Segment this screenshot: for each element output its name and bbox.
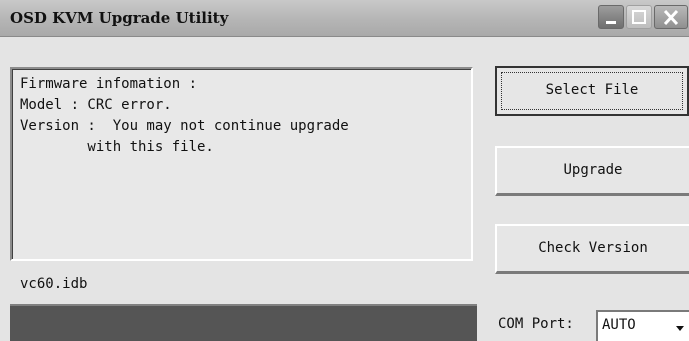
window-title: OSD KVM Upgrade Utility	[10, 9, 229, 27]
com-port-value: AUTO	[602, 317, 636, 333]
minimize-button[interactable]	[598, 5, 624, 29]
info-line: Version : You may not continue upgrade	[20, 118, 349, 134]
upgrade-button[interactable]: Upgrade	[495, 146, 689, 196]
progress-area	[10, 304, 477, 341]
chevron-down-icon[interactable]	[670, 316, 689, 338]
maximize-icon	[632, 10, 646, 24]
com-port-label: COM Port:	[498, 316, 574, 332]
info-line: Model : CRC error.	[20, 97, 172, 113]
com-port-select[interactable]: AUTO	[596, 310, 689, 341]
close-button[interactable]	[654, 5, 688, 29]
select-file-label: Select File	[545, 82, 639, 98]
close-icon	[663, 9, 679, 26]
info-line: Firmware infomation :	[20, 76, 198, 92]
maximize-button[interactable]	[626, 5, 652, 29]
firmware-info-box: Firmware infomation : Model : CRC error.…	[10, 67, 473, 261]
upgrade-utility-window: OSD KVM Upgrade Utility Firmware infomat…	[0, 0, 689, 341]
info-line: with this file.	[20, 139, 214, 155]
upgrade-label: Upgrade	[563, 162, 623, 178]
title-bar[interactable]: OSD KVM Upgrade Utility	[0, 0, 689, 37]
select-file-button[interactable]: Select File	[495, 66, 689, 116]
selected-file-name: vc60.idb	[20, 276, 88, 292]
check-version-button[interactable]: Check Version	[495, 224, 689, 274]
minimize-icon	[606, 21, 616, 24]
check-version-label: Check Version	[538, 240, 648, 256]
